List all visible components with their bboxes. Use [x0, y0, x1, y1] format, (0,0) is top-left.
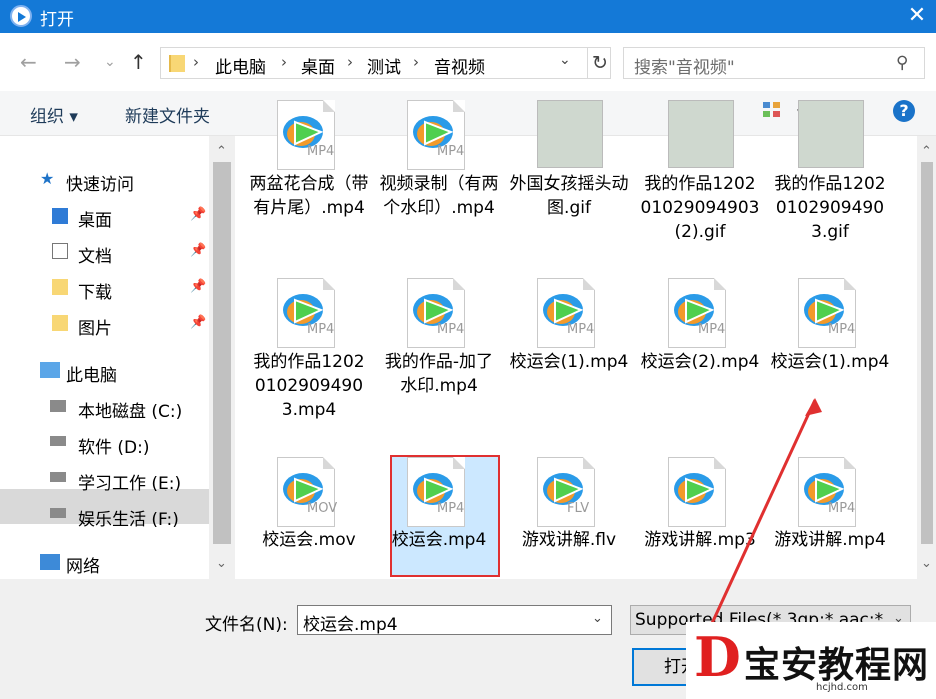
watermark-text: 宝安教程网: [744, 644, 930, 686]
watermark-url: hcjhd.com: [816, 682, 868, 693]
annotation-arrow: [706, 398, 822, 633]
watermark-logo: D: [694, 625, 741, 689]
watermark: D 宝安教程网 hcjhd.com: [686, 622, 936, 699]
